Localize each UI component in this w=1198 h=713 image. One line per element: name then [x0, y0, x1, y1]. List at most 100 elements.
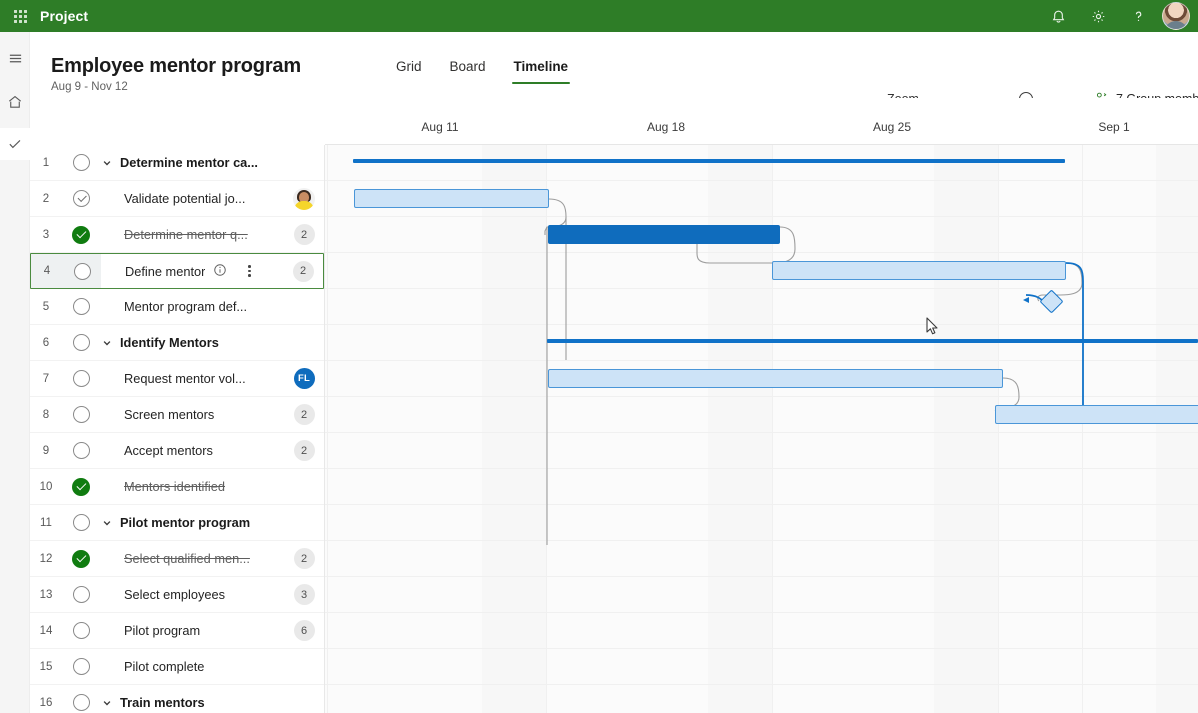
task-status-toggle[interactable] [62, 613, 100, 648]
hamburger-menu-icon[interactable] [0, 42, 30, 74]
assignee-count-badge[interactable]: 2 [293, 440, 315, 461]
gantt-bar-row3[interactable] [548, 225, 780, 244]
task-status-toggle[interactable] [62, 397, 100, 432]
table-row[interactable]: 1 Determine mentor ca... [30, 145, 324, 181]
task-status-toggle[interactable] [62, 289, 100, 324]
row-badge-cell[interactable]: FL [284, 361, 324, 396]
row-number: 13 [39, 588, 53, 601]
gantt-bar-row7[interactable] [548, 369, 1003, 388]
task-name-cell[interactable]: Pilot complete [100, 659, 284, 674]
table-row[interactable]: 3 Determine mentor q... 2 [30, 217, 324, 253]
assignee-count-badge[interactable]: 2 [293, 548, 315, 569]
task-name-cell[interactable]: Accept mentors [100, 443, 284, 458]
task-status-toggle[interactable] [62, 433, 100, 468]
task-name-cell[interactable]: Determine mentor ca... [100, 155, 284, 170]
task-status-toggle[interactable] [62, 361, 100, 396]
task-name-cell[interactable]: Mentor program def... [100, 299, 284, 314]
more-options-icon[interactable] [243, 265, 255, 277]
task-status-toggle[interactable] [62, 325, 100, 360]
assignee-count-badge[interactable]: 2 [293, 224, 315, 245]
assignee-avatar[interactable] [293, 187, 315, 210]
my-tasks-check-icon[interactable] [0, 128, 30, 160]
chevron-down-icon[interactable] [100, 338, 114, 348]
table-row[interactable]: 5 Mentor program def... [30, 289, 324, 325]
task-name-cell[interactable]: Train mentors [100, 695, 284, 710]
gantt-chart-area[interactable] [325, 145, 1198, 713]
gantt-bar-row8[interactable] [995, 405, 1198, 424]
task-name: Mentor program def... [124, 299, 248, 314]
task-status-toggle[interactable] [63, 254, 101, 288]
gantt-summary-bar-row1[interactable] [353, 159, 1065, 163]
task-name-cell[interactable]: Mentors identified [100, 479, 284, 494]
task-status-toggle[interactable] [62, 577, 100, 612]
task-status-toggle[interactable] [62, 217, 100, 252]
table-row-selected[interactable]: 4 Define mentor 2 [30, 253, 324, 289]
row-badge-cell[interactable]: 2 [284, 541, 324, 576]
notifications-bell-icon[interactable] [1038, 0, 1078, 32]
table-row[interactable]: 6 Identify Mentors [30, 325, 324, 361]
task-status-toggle[interactable] [62, 505, 100, 540]
task-name-cell[interactable]: Determine mentor q... [100, 227, 284, 242]
chevron-down-icon[interactable] [100, 698, 114, 708]
settings-gear-icon[interactable] [1078, 0, 1118, 32]
incomplete-circle-icon [72, 442, 90, 459]
task-status-toggle[interactable] [62, 649, 100, 684]
gantt-summary-bar-row6[interactable] [547, 339, 1198, 343]
chevron-down-icon[interactable] [100, 158, 114, 168]
row-badge-cell[interactable]: 2 [284, 217, 324, 252]
table-row[interactable]: 11 Pilot mentor program [30, 505, 324, 541]
task-name-cell[interactable]: Select employees [100, 587, 284, 602]
table-row[interactable]: 2 Validate potential jo... [30, 181, 324, 217]
task-name-cell[interactable]: Request mentor vol... [100, 371, 284, 386]
table-row[interactable]: 14 Pilot program 6 [30, 613, 324, 649]
task-name-cell[interactable]: Validate potential jo... [100, 191, 284, 206]
task-status-toggle[interactable] [62, 145, 100, 180]
task-name-cell[interactable]: Identify Mentors [100, 335, 284, 350]
task-status-toggle[interactable] [62, 685, 100, 713]
assignee-count-badge[interactable]: 6 [293, 620, 315, 641]
assignee-count-badge[interactable]: 3 [293, 584, 315, 605]
assignee-count-badge[interactable]: 2 [293, 404, 315, 425]
assignee-initials-badge[interactable]: FL [293, 368, 315, 389]
gantt-row-line [325, 180, 1198, 181]
table-row[interactable]: 16 Train mentors [30, 685, 324, 713]
task-status-toggle[interactable] [62, 181, 100, 216]
row-badge-cell[interactable]: 2 [284, 397, 324, 432]
row-badge-cell [284, 289, 324, 324]
task-name-cell[interactable]: Pilot program [100, 623, 284, 638]
task-name-cell[interactable]: Pilot mentor program [100, 515, 284, 530]
task-status-toggle[interactable] [62, 541, 100, 576]
gantt-bar-row2[interactable] [354, 189, 549, 208]
table-row[interactable]: 7 Request mentor vol... FL [30, 361, 324, 397]
timeline-tick-0: Aug 11 [421, 120, 459, 134]
row-badge-cell[interactable]: 2 [283, 254, 323, 288]
table-row[interactable]: 15 Pilot complete [30, 649, 324, 685]
row-badge-cell[interactable]: 2 [284, 433, 324, 468]
assignee-count-badge[interactable]: 2 [292, 260, 314, 282]
row-badge-cell[interactable] [284, 181, 324, 216]
table-row[interactable]: 12 Select qualified men... 2 [30, 541, 324, 577]
row-badge-cell[interactable]: 3 [284, 577, 324, 612]
table-row[interactable]: 9 Accept mentors 2 [30, 433, 324, 469]
help-question-icon[interactable] [1118, 0, 1158, 32]
home-icon[interactable] [0, 86, 30, 118]
app-title[interactable]: Project [40, 8, 88, 24]
tab-timeline[interactable]: Timeline [500, 56, 583, 84]
app-launcher-icon[interactable] [0, 0, 40, 32]
row-badge-cell[interactable]: 6 [284, 613, 324, 648]
info-circle-icon[interactable] [213, 263, 227, 280]
table-row[interactable]: 10 Mentors identified [30, 469, 324, 505]
task-name: Validate potential jo... [124, 191, 246, 206]
task-name-cell[interactable]: Select qualified men... [100, 551, 284, 566]
task-name-cell[interactable]: Define mentor [101, 263, 283, 280]
tab-grid[interactable]: Grid [382, 56, 436, 84]
task-status-toggle[interactable] [62, 469, 100, 504]
tab-board[interactable]: Board [436, 56, 500, 84]
table-row[interactable]: 8 Screen mentors 2 [30, 397, 324, 433]
chevron-down-icon[interactable] [100, 518, 114, 528]
incomplete-circle-icon [72, 586, 90, 603]
table-row[interactable]: 13 Select employees 3 [30, 577, 324, 613]
user-avatar[interactable] [1162, 2, 1190, 30]
task-name-cell[interactable]: Screen mentors [100, 407, 284, 422]
gantt-bar-row4[interactable] [772, 261, 1066, 280]
